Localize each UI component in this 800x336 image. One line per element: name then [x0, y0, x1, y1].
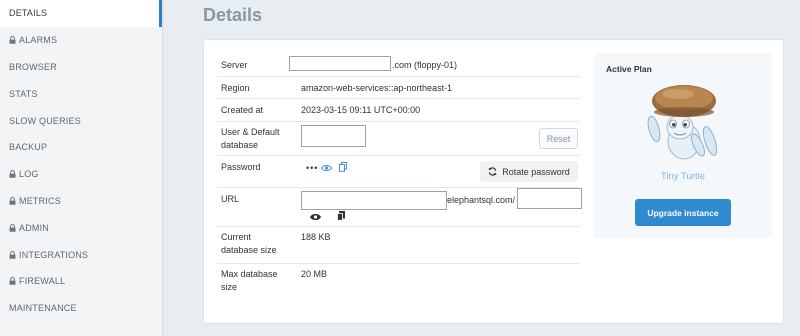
url-suffix-field[interactable]	[517, 188, 582, 209]
detail-row-max-size: Max database size 20 MB	[217, 264, 580, 300]
user-database-label: User & Default database	[221, 126, 280, 152]
lock-icon	[9, 170, 16, 178]
plan-name: Tiny Turtle	[661, 171, 705, 182]
page-title: Details	[203, 5, 263, 25]
lock-icon	[9, 223, 16, 232]
active-plan-panel: Active Plan Tiny Turtle Upgrade instance	[594, 53, 772, 238]
lock-icon	[9, 277, 16, 286]
detail-row-user-database: User & Default database Reset	[217, 122, 580, 156]
sidebar-item-label: BACKUP	[9, 142, 48, 153]
sidebar-item-label: SLOW QUERIES	[9, 115, 81, 126]
detail-row-current-size: Current database size 188 KB	[217, 227, 580, 264]
sidebar-item-label: MAINTENANCE	[9, 303, 77, 314]
details-card: Server .com (floppy-01) Region amazon-we…	[203, 39, 784, 324]
current-size-label: Current database size	[221, 231, 277, 257]
created-value: 2023-03-15 09:11 UTC+00:00	[301, 105, 421, 115]
sidebar-item-label: METRICS	[19, 195, 61, 206]
sidebar-item-metrics[interactable]: METRICS	[0, 188, 162, 215]
rotate-password-label: Rotate password	[502, 166, 570, 177]
sidebar-item-admin[interactable]: ADMIN	[0, 214, 162, 241]
sidebar-item-label: ALARMS	[19, 35, 58, 46]
copy-icon[interactable]	[339, 162, 347, 174]
sidebar-item-label: ADMIN	[19, 222, 49, 233]
upgrade-instance-button[interactable]: Upgrade instance	[635, 199, 731, 226]
user-database-label-line1: User & Default	[221, 127, 280, 137]
region-label: Region	[221, 83, 250, 93]
lock-icon	[9, 196, 16, 205]
details-table: Server .com (floppy-01) Region amazon-we…	[217, 53, 582, 300]
eye-icon[interactable]	[320, 164, 333, 174]
sidebar-item-slow-queries[interactable]: SLOW QUERIES	[0, 107, 162, 134]
sidebar-item-label: FIREWALL	[19, 276, 66, 287]
sidebar-item-firewall[interactable]: FIREWALL	[0, 268, 162, 295]
sidebar-item-details[interactable]: DETAILS	[0, 0, 162, 27]
rotate-password-button[interactable]: Rotate password	[480, 161, 578, 182]
detail-row-created: Created at 2023-03-15 09:11 UTC+00:00	[217, 99, 580, 122]
sidebar-item-backup[interactable]: BACKUP	[0, 134, 162, 161]
current-size-label-line1: Current	[221, 232, 252, 242]
lock-icon	[9, 36, 16, 44]
eye-icon[interactable]	[309, 213, 322, 223]
copy-icon[interactable]	[337, 211, 345, 223]
sidebar-item-label: DETAILS	[9, 8, 48, 19]
region-value: amazon-web-services::ap-northeast-1	[301, 83, 453, 93]
sidebar-item-maintenance[interactable]: MAINTENANCE	[0, 295, 162, 322]
detail-row-password: Password ••• Rotate password	[217, 156, 580, 188]
sidebar-item-stats[interactable]: STATS	[0, 80, 162, 107]
sidebar-item-label: LOG	[19, 169, 39, 180]
max-size-label-line2: size	[221, 282, 238, 292]
sidebar-item-label: INTEGRATIONS	[19, 249, 89, 260]
sidebar-item-integrations[interactable]: INTEGRATIONS	[0, 241, 162, 268]
detail-row-url: URL elephantsql.com/	[217, 188, 582, 227]
url-prefix-field[interactable]	[301, 191, 447, 210]
lock-icon	[9, 250, 16, 259]
plan-heading: Active Plan	[606, 64, 652, 74]
user-database-label-line2: database	[221, 140, 259, 150]
password-masked-value: •••	[306, 163, 319, 173]
sidebar-item-label: STATS	[9, 88, 38, 99]
url-middle-text: elephantsql.com/	[447, 195, 516, 205]
sidebar-item-label: BROWSER	[9, 61, 57, 72]
max-size-value: 20 MB	[301, 269, 328, 279]
turtle-mascot-icon	[642, 83, 724, 171]
user-database-field[interactable]	[301, 125, 366, 147]
server-value: .com (floppy-01)	[392, 60, 458, 70]
password-label: Password	[221, 162, 261, 172]
sidebar-item-browser[interactable]: BROWSER	[0, 54, 162, 81]
server-label: Server	[221, 60, 248, 70]
detail-row-server: Server .com (floppy-01)	[217, 53, 580, 77]
created-label: Created at	[221, 105, 264, 115]
current-size-label-line2: database size	[221, 245, 277, 255]
sidebar-item-alarms[interactable]: ALARMS	[0, 27, 162, 54]
sidebar-item-log[interactable]: LOG	[0, 161, 162, 188]
detail-row-region: Region amazon-web-services::ap-northeast…	[217, 77, 580, 99]
current-size-value: 188 KB	[301, 232, 331, 242]
reset-button[interactable]: Reset	[539, 128, 578, 149]
max-size-label-line1: Max database	[221, 269, 278, 279]
server-hostname-field[interactable]	[289, 56, 391, 71]
max-size-label: Max database size	[221, 268, 278, 294]
refresh-icon	[488, 167, 497, 176]
sidebar: DETAILS ALARMS BROWSER STATS SLOW QUERIE…	[0, 0, 163, 336]
url-label: URL	[221, 194, 240, 204]
